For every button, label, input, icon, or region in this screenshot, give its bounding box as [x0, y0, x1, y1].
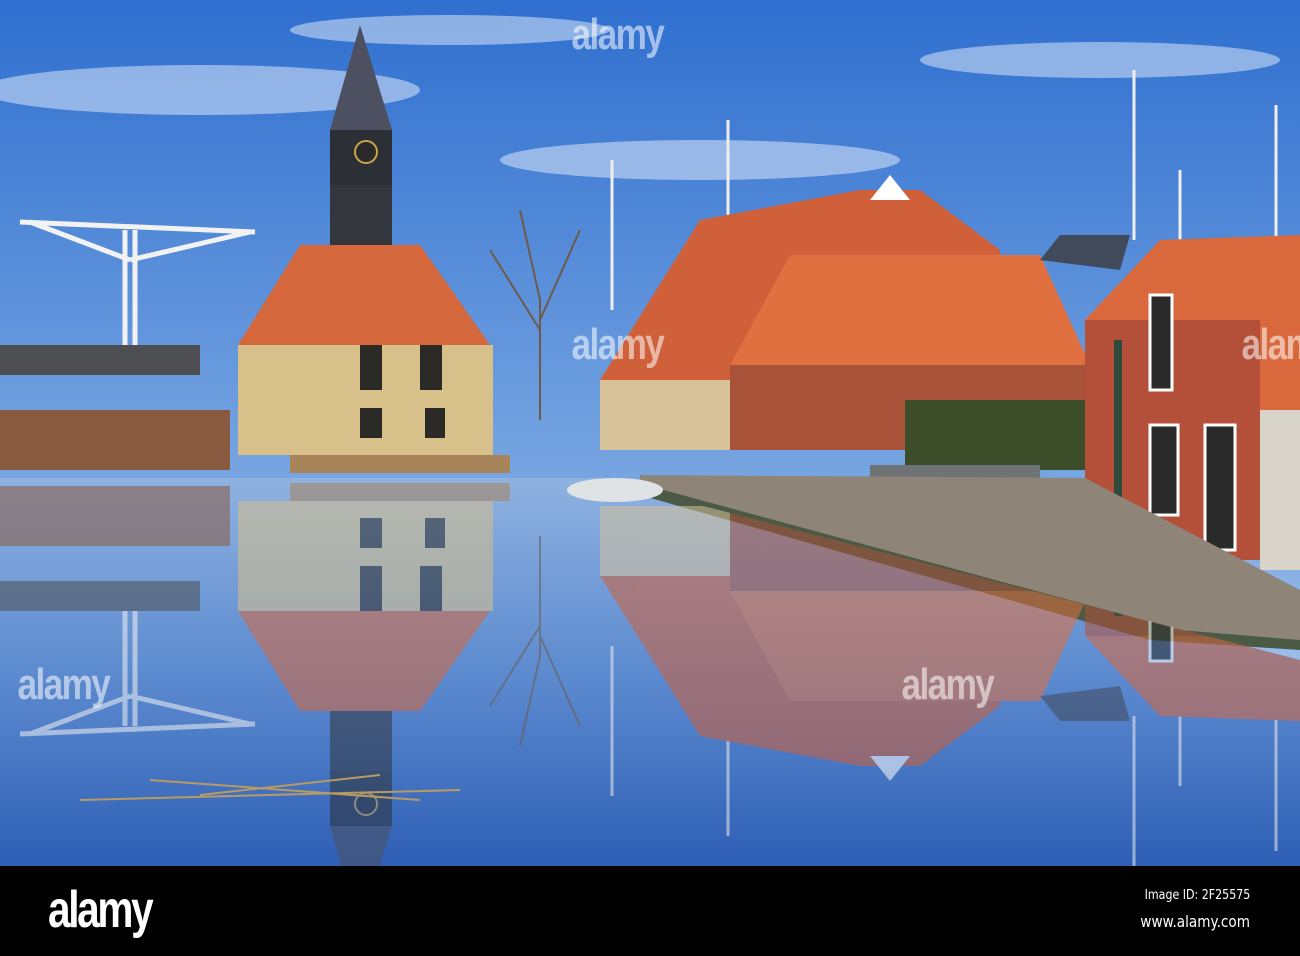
- watermark: alamy: [1241, 320, 1300, 369]
- watermark: alamy: [571, 10, 664, 59]
- watermark: alamy: [571, 320, 664, 369]
- footer-bar: alamy Image ID: 2F25575 www.alamy.com: [0, 866, 1300, 956]
- canal-village-photo: [0, 0, 1300, 866]
- watermark: alamy: [901, 660, 994, 709]
- image-id: Image ID: 2F25575: [1144, 888, 1250, 903]
- site-url: www.alamy.com: [1140, 912, 1250, 931]
- alamy-logo: alamy: [48, 881, 154, 939]
- watermark: alamy: [17, 660, 110, 709]
